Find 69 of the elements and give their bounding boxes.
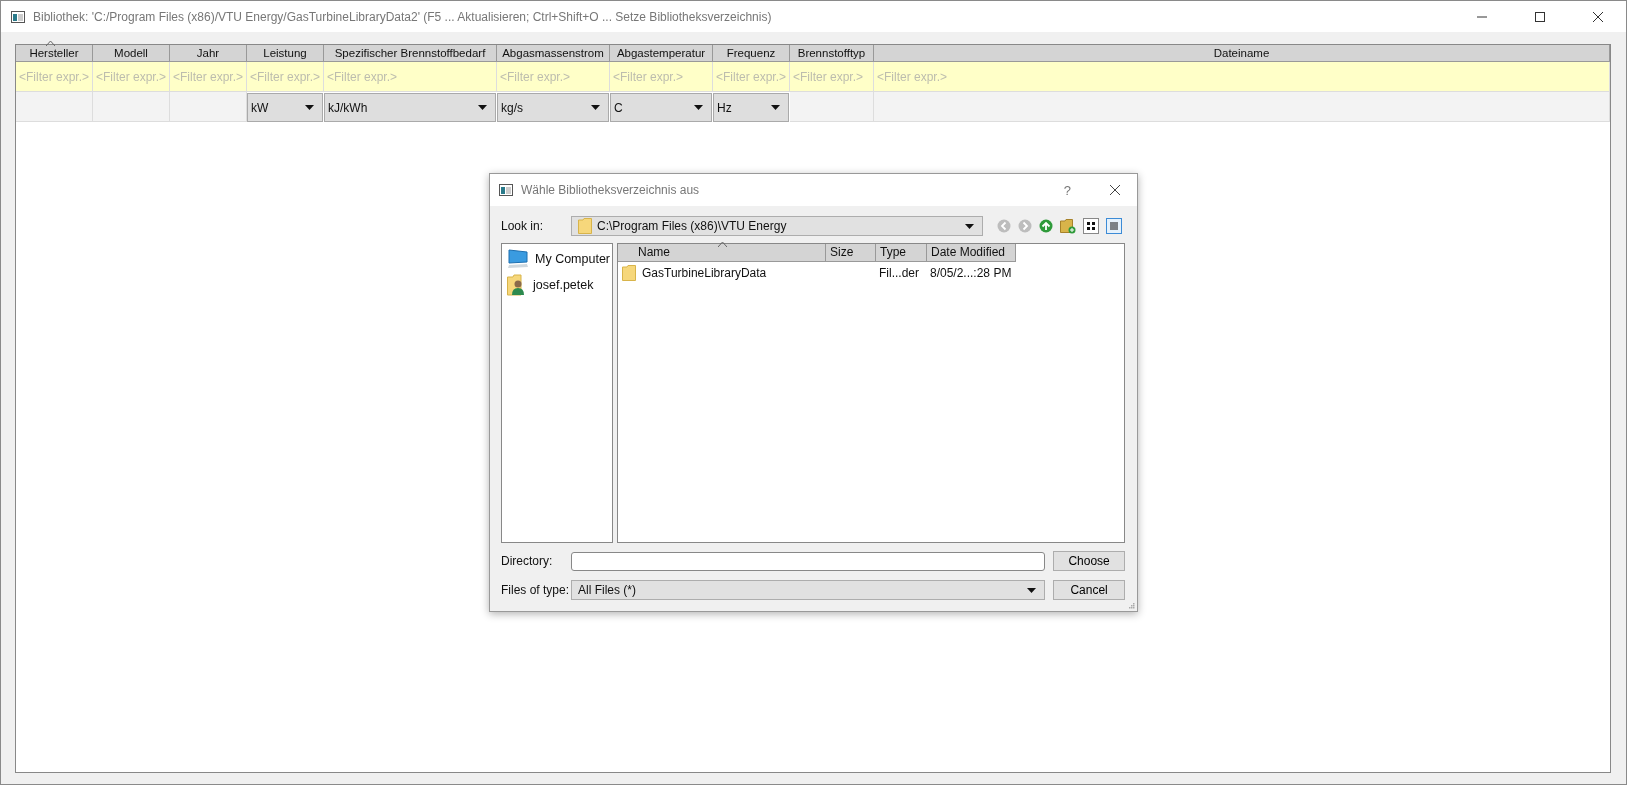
filter-field[interactable]: <Filter expr.>: [324, 62, 497, 92]
cancel-button[interactable]: Cancel: [1053, 580, 1125, 600]
dropdown-arrow-icon: [1027, 587, 1037, 593]
resize-grip-icon[interactable]: [1128, 602, 1135, 609]
column-header[interactable]: Modell: [93, 45, 170, 62]
unit-dropdown[interactable]: kW: [247, 93, 323, 122]
file-date: 8/05/2...:28 PM: [929, 266, 1013, 280]
computer-icon: [507, 249, 529, 269]
new-folder-icon[interactable]: [1060, 218, 1076, 234]
column-header[interactable]: Brennstofftyp: [790, 45, 874, 62]
unit-dropdown[interactable]: Hz: [713, 93, 789, 122]
help-button[interactable]: ?: [1063, 182, 1071, 198]
column-header[interactable]: Date Modified: [927, 244, 1016, 262]
column-header[interactable]: Spezifischer Brennstoffbedarf: [324, 45, 497, 62]
files-of-type-label: Files of type:: [501, 583, 571, 597]
close-icon[interactable]: [1592, 10, 1604, 23]
filter-field[interactable]: <Filter expr.>: [16, 62, 93, 92]
close-icon[interactable]: [1109, 184, 1121, 196]
file-type-dropdown[interactable]: All Files (*): [571, 580, 1046, 600]
sidebar-item[interactable]: josef.petek: [507, 272, 612, 298]
column-header[interactable]: Jahr: [170, 45, 247, 62]
sidebar-item[interactable]: My Computer: [507, 246, 612, 272]
folder-icon: [578, 218, 592, 234]
look-in-dropdown[interactable]: C:\Program Files (x86)\VTU Energy: [571, 216, 983, 236]
dropdown-arrow-icon: [591, 105, 600, 110]
column-header[interactable]: Dateiname: [874, 45, 1610, 62]
filter-field[interactable]: <Filter expr.>: [497, 62, 610, 92]
column-header[interactable]: Frequenz: [713, 45, 790, 62]
dropdown-arrow-icon: [305, 105, 314, 110]
directory-label: Directory:: [501, 554, 554, 568]
sort-indicator-icon: [717, 242, 727, 247]
column-header[interactable]: Abgastemperatur: [610, 45, 713, 62]
look-in-label: Look in:: [501, 219, 545, 233]
filter-field[interactable]: <Filter expr.>: [713, 62, 790, 92]
dropdown-arrow-icon: [478, 105, 487, 110]
folder-icon: [622, 265, 636, 281]
column-header[interactable]: Name: [618, 244, 826, 262]
filter-field[interactable]: <Filter expr.>: [610, 62, 713, 92]
unit-dropdown[interactable]: kg/s: [497, 93, 609, 122]
choose-button[interactable]: Choose: [1053, 551, 1125, 571]
column-header[interactable]: Type: [876, 244, 927, 262]
column-header[interactable]: Leistung: [247, 45, 324, 62]
directory-field[interactable]: [571, 551, 1046, 571]
dialog-title: Wähle Bibliotheksverzeichnis aus: [521, 183, 701, 197]
column-header[interactable]: Abgasmassenstrom: [497, 45, 610, 62]
up-arrow-icon[interactable]: [1039, 219, 1053, 233]
window-title: Bibliothek: 'C:/Program Files (x86)/VTU Energy/GasTurbineLibraryData2' (F5 ... Aktualisieren; Ctrl+Shift+O ... Setze Bibliotheksverzeichnis): [33, 9, 773, 24]
user-folder-icon: [507, 274, 527, 296]
dropdown-arrow-icon: [694, 105, 703, 110]
detail-view-icon[interactable]: [1106, 218, 1122, 234]
forward-icon[interactable]: [1018, 219, 1032, 233]
icon-view-icon[interactable]: [1083, 218, 1099, 234]
column-header[interactable]: Size: [826, 244, 876, 262]
file-type: Fil...der: [878, 266, 920, 280]
maximize-icon[interactable]: [1534, 10, 1546, 23]
filter-field[interactable]: <Filter expr.>: [93, 62, 170, 92]
filter-field[interactable]: <Filter expr.>: [247, 62, 324, 92]
sort-indicator-icon: [46, 41, 55, 46]
filter-field[interactable]: <Filter expr.>: [170, 62, 247, 92]
dropdown-arrow-icon: [965, 223, 974, 229]
file-name[interactable]: GasTurbineLibraryData: [618, 265, 826, 281]
app-icon: [499, 184, 513, 196]
back-icon[interactable]: [997, 219, 1011, 233]
filter-field[interactable]: <Filter expr.>: [874, 62, 1610, 92]
unit-dropdown[interactable]: C: [610, 93, 712, 122]
app-icon: [11, 10, 25, 23]
unit-dropdown[interactable]: kJ/kWh: [324, 93, 496, 122]
dropdown-arrow-icon: [771, 105, 780, 110]
filter-field[interactable]: <Filter expr.>: [790, 62, 874, 92]
